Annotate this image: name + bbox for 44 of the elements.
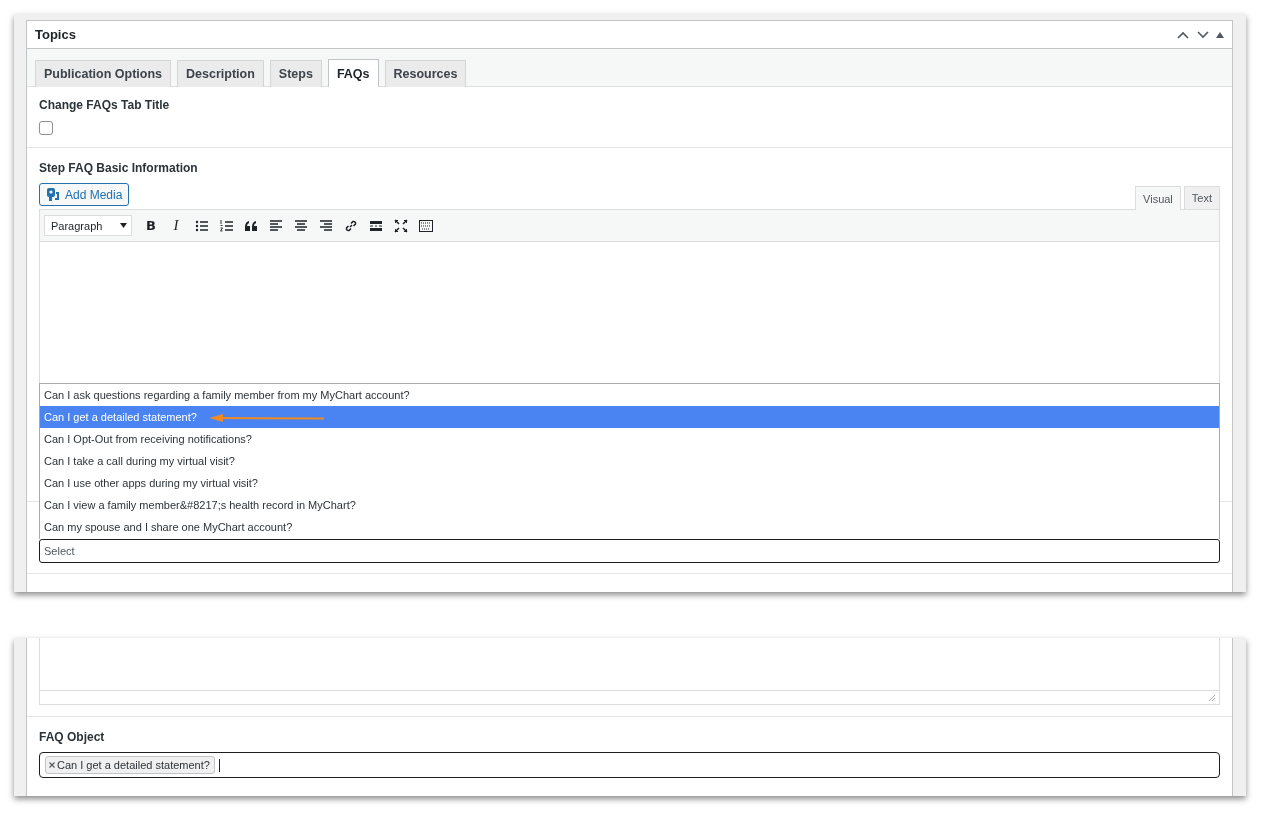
text-cursor: [218, 758, 220, 772]
dropdown-option[interactable]: Can I use other apps during my virtual visit?: [40, 472, 1219, 494]
format-dropdown[interactable]: Paragraph: [44, 215, 132, 236]
caret-icon[interactable]: [120, 223, 127, 228]
bulleted-list-icon[interactable]: [194, 218, 208, 233]
tag-text: Can I get a detailed statement?: [57, 759, 210, 771]
media-icon[interactable]: [46, 187, 61, 202]
fullscreen-icon[interactable]: [394, 218, 408, 233]
dropdown-option[interactable]: Can I take a call during my virtual visit?: [40, 450, 1219, 472]
keyboard-icon[interactable]: [419, 218, 433, 233]
tab[interactable]: FAQs: [327, 59, 379, 87]
editor-tab[interactable]: Text: [1183, 186, 1220, 209]
italic-button[interactable]: I: [169, 217, 183, 234]
link-icon[interactable]: [344, 218, 358, 233]
field-label: FAQ Object: [39, 730, 106, 744]
checkbox[interactable]: [39, 121, 53, 135]
align-right-icon[interactable]: [319, 218, 333, 233]
chevron-down-icon[interactable]: [1196, 29, 1210, 40]
quote-icon[interactable]: [244, 218, 258, 233]
read-more-icon[interactable]: [369, 218, 383, 233]
panel-title: Topics: [35, 27, 76, 42]
chevron-up-icon[interactable]: [1176, 29, 1190, 40]
tab[interactable]: Description: [177, 60, 264, 87]
collapse-triangle-icon[interactable]: [1216, 31, 1224, 38]
tab[interactable]: Publication Options: [35, 60, 172, 87]
bold-button[interactable]: B: [144, 218, 158, 233]
align-center-icon[interactable]: [294, 218, 308, 233]
tag-input-field[interactable]: Can I get a detailed statement?: [39, 752, 1220, 778]
resize-handle-icon[interactable]: [1208, 693, 1216, 702]
field-label: Change FAQs Tab Title: [39, 98, 171, 112]
dropdown-option[interactable]: Can I view a family member&#8217;s health record in MyChart?: [40, 494, 1219, 516]
search-field[interactable]: Select: [39, 539, 1220, 563]
tab[interactable]: Steps: [269, 60, 322, 87]
dropdown-option[interactable]: Can I ask questions regarding a family member from my MyChart account?: [40, 384, 1219, 406]
dropdown-option[interactable]: Can I get a detailed statement?: [40, 406, 1219, 428]
field-label: Step FAQ Basic Information: [39, 161, 199, 175]
add-media-button[interactable]: Add Media: [39, 183, 130, 206]
tab[interactable]: Resources: [384, 60, 467, 87]
dropdown-option[interactable]: Can my spouse and I share one MyChart account?: [40, 516, 1219, 538]
numbered-list-icon[interactable]: [219, 218, 233, 233]
align-left-icon[interactable]: [269, 218, 283, 233]
dropdown-option[interactable]: Can I Opt-Out from receiving notifications?: [40, 428, 1219, 450]
remove-icon[interactable]: [49, 762, 55, 768]
editor-tab[interactable]: Visual: [1135, 186, 1181, 210]
